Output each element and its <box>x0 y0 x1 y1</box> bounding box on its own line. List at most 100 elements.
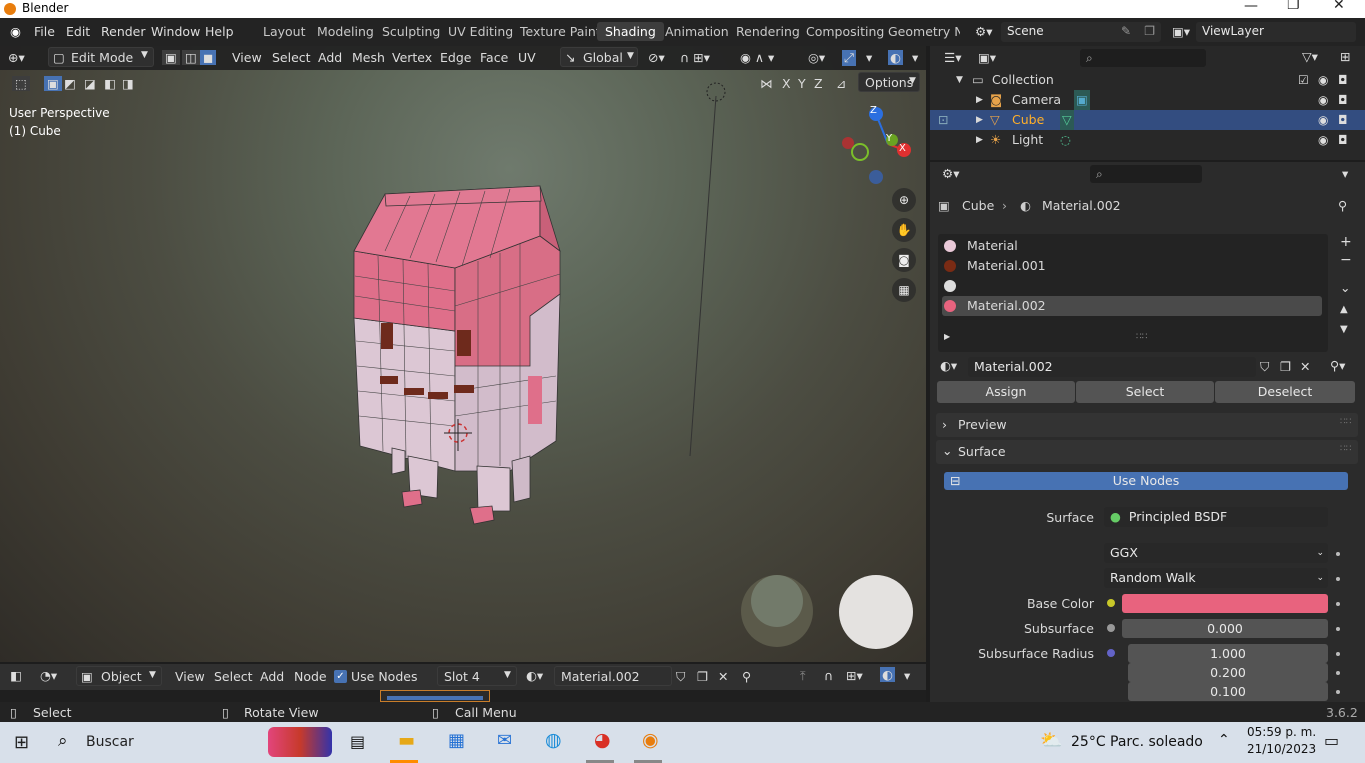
vertex-select-icon[interactable]: ▣ <box>162 50 180 65</box>
tab-modeling[interactable]: Modeling <box>317 24 374 39</box>
eye-icon[interactable]: ◉ <box>1318 130 1328 150</box>
maximize-icon[interactable]: ❐ <box>1287 0 1300 13</box>
camera-data-icon[interactable]: ▣ <box>1074 90 1090 110</box>
filter-icon[interactable]: ▽▾ <box>1302 49 1318 64</box>
menu-node[interactable]: Node <box>294 669 327 684</box>
subsurface-radius-z[interactable]: 0.100 <box>1128 682 1328 701</box>
menu-vertex[interactable]: Vertex <box>392 50 432 65</box>
menu-select[interactable]: Select <box>272 50 311 65</box>
material-slot-empty[interactable] <box>942 276 1322 296</box>
notification-icon[interactable]: ▭ <box>1324 731 1339 750</box>
weather-text[interactable]: 25°C Parc. soleado <box>1071 734 1203 750</box>
viewlayer-icon[interactable]: ▣▾ <box>1172 24 1190 39</box>
search-icon[interactable]: ⌕ <box>58 731 68 751</box>
camera-render-icon[interactable]: ◘ <box>1338 70 1348 90</box>
value-socket-icon[interactable] <box>1107 624 1115 632</box>
subsurface-value-field[interactable]: 0.000 <box>1122 619 1328 638</box>
menu-add[interactable]: Add <box>260 669 284 684</box>
resize-handle-icon[interactable]: ∷∷ <box>1136 332 1147 342</box>
subsurface-radius-x[interactable]: 1.000 <box>1128 644 1328 663</box>
auto-merge-icon[interactable]: ⊿ <box>836 76 846 91</box>
edge-browser-icon[interactable]: ◍ <box>545 729 562 751</box>
keyframe-dot[interactable] <box>1336 652 1340 656</box>
select-intersect-icon[interactable]: ◨ <box>122 76 134 91</box>
outliner-item-camera[interactable]: ▶ ◙ Camera ▣ ◉ ◘ <box>930 90 1365 110</box>
editor-type-icon[interactable]: ◧ <box>10 668 22 683</box>
proportional-edit-icon[interactable]: ◉ ∧ ▾ <box>740 50 774 65</box>
surface-panel-header[interactable]: ⌄ Surface ∷∷ <box>936 440 1358 464</box>
node-material-field[interactable]: Material.002 <box>554 666 672 686</box>
menu-uv[interactable]: UV <box>518 50 536 65</box>
gizmo-toggle-icon[interactable]: ⤢ <box>842 50 857 66</box>
overlay-toggle-icon[interactable]: ◐ <box>888 50 903 65</box>
menu-select[interactable]: Select <box>214 669 253 684</box>
expand-arrow-icon[interactable]: ▶ <box>976 110 983 130</box>
file-explorer-icon[interactable]: ▬ <box>398 730 415 751</box>
chevron-down-icon[interactable]: ▾ <box>866 50 872 65</box>
chevron-down-icon[interactable]: ▾ <box>1342 166 1348 181</box>
clock-time[interactable]: 05:59 p. m. <box>1247 725 1316 739</box>
new-collection-icon[interactable]: ⊞ <box>1340 49 1350 64</box>
blender-menu-icon[interactable]: ◉ <box>10 24 21 39</box>
edge-select-icon[interactable]: ◫ <box>182 50 200 65</box>
chevron-down-icon[interactable]: ▾ <box>904 668 910 683</box>
menu-view[interactable]: View <box>175 669 205 684</box>
select-extend-icon[interactable]: ◩ <box>64 76 76 91</box>
tab-geometry-nodes[interactable]: Geometry Noc <box>888 24 960 39</box>
menu-window[interactable]: Window <box>151 24 200 39</box>
pivot-icon[interactable]: ⊘▾ <box>648 50 665 65</box>
edit-mode-indicator-icon[interactable]: ⊡ <box>938 110 948 130</box>
scene-selector[interactable]: Scene ✎ ❐ <box>1001 22 1161 42</box>
microsoft-store-icon[interactable]: ▦ <box>448 730 465 751</box>
keyframe-dot[interactable] <box>1336 690 1340 694</box>
menu-face[interactable]: Face <box>480 50 508 65</box>
material-slot[interactable]: Material <box>942 236 1322 256</box>
keyframe-dot[interactable] <box>1336 671 1340 675</box>
mode-selector[interactable]: ▢ Edit Mode ▼ <box>48 47 154 67</box>
snap-icon[interactable]: ∩ ⊞▾ <box>680 50 710 65</box>
face-select-icon[interactable]: ◼ <box>200 50 217 65</box>
keyframe-dot[interactable] <box>1336 602 1340 606</box>
eye-icon[interactable]: ◉ <box>1318 90 1328 110</box>
drag-handle-icon[interactable]: ∷∷ <box>1340 417 1351 427</box>
outliner-search-input[interactable]: ⌕ <box>1080 49 1206 67</box>
menu-add[interactable]: Add <box>318 50 342 65</box>
menu-help[interactable]: Help <box>205 24 234 39</box>
mirror-z[interactable]: Z <box>814 76 823 91</box>
chevron-down-icon[interactable]: ▾ <box>912 50 918 65</box>
move-down-icon[interactable]: ▼ <box>1340 324 1348 335</box>
editor-type-icon[interactable]: ☰▾ <box>944 50 961 65</box>
tab-animation[interactable]: Animation <box>665 24 729 39</box>
expand-arrow-icon[interactable]: ▶ <box>944 332 950 341</box>
camera-render-icon[interactable]: ◘ <box>1338 90 1348 110</box>
color-socket-icon[interactable] <box>1107 599 1115 607</box>
unlink-icon[interactable]: ✕ <box>718 669 728 684</box>
subsurface-radius-y[interactable]: 0.200 <box>1128 663 1328 682</box>
pin-icon[interactable]: ⚲ <box>1338 198 1347 213</box>
clock-date[interactable]: 21/10/2023 <box>1247 742 1316 756</box>
parent-node-tree-icon[interactable]: ⤒ <box>800 668 806 684</box>
tab-sculpting[interactable]: Sculpting <box>382 24 440 39</box>
material-slot-selected[interactable]: Material.002 <box>942 296 1322 316</box>
move-up-icon[interactable]: ▲ <box>1340 304 1348 315</box>
taskbar-search-input[interactable]: Buscar <box>86 734 134 750</box>
camera-render-icon[interactable]: ◘ <box>1338 130 1348 150</box>
slot-dropdown[interactable]: Slot 4 ▼ <box>437 666 517 686</box>
mail-icon[interactable]: ✉ <box>497 730 512 751</box>
chrome-browser-icon[interactable]: ◕ <box>594 729 611 751</box>
keyframe-dot[interactable] <box>1336 552 1340 556</box>
expand-arrow-icon[interactable]: ▶ <box>976 90 983 110</box>
subsurface-method-dropdown[interactable]: Random Walk ⌄ <box>1104 568 1328 588</box>
camera-render-icon[interactable]: ◘ <box>1338 110 1348 130</box>
collection-checkbox[interactable]: ☑ <box>1298 70 1309 90</box>
3d-viewport[interactable] <box>0 46 926 662</box>
menu-file[interactable]: File <box>34 24 55 39</box>
use-nodes-checkbox[interactable]: ✓ <box>334 670 347 683</box>
use-nodes-button[interactable]: ⊟ Use Nodes <box>944 472 1348 490</box>
vector-socket-icon[interactable] <box>1107 649 1115 657</box>
visibility-icon[interactable]: ◎▾ <box>808 50 825 65</box>
snap-target-icon[interactable]: ⊞▾ <box>846 668 863 683</box>
tab-texture-paint[interactable]: Texture Paint <box>520 24 601 39</box>
object-type-dropdown[interactable]: ▣ Object ▼ <box>76 666 162 686</box>
options-dropdown[interactable]: Options ▼ <box>858 72 920 92</box>
